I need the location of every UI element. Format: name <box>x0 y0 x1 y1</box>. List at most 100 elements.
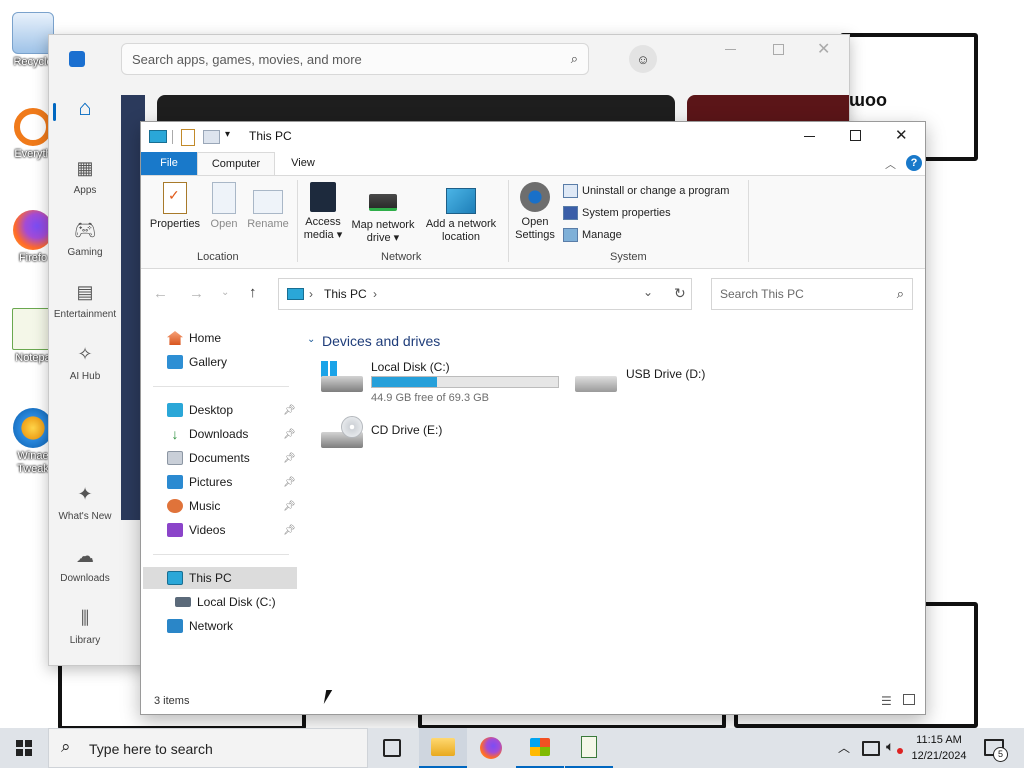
tab-computer[interactable]: Computer <box>197 152 275 176</box>
pin-icon: 📌︎ <box>283 501 296 512</box>
show-hidden-icons-button[interactable]: ︿ <box>838 739 850 756</box>
store-nav-downloads[interactable]: ☁ Downloads <box>49 545 121 585</box>
maximize-button[interactable] <box>773 44 784 55</box>
system-properties-icon <box>563 206 578 220</box>
manage-button[interactable]: Manage <box>563 228 622 242</box>
details-view-icon[interactable]: ☰ <box>881 694 892 708</box>
nav-item-gallery[interactable]: Gallery <box>167 355 227 369</box>
drive-item-e[interactable]: CD Drive (E:) <box>319 414 479 454</box>
properties-label: Properties <box>149 218 201 230</box>
this-pc-icon <box>167 571 183 585</box>
map-network-drive-button[interactable]: Map network drive ▾ <box>347 182 419 245</box>
store-nav-gaming[interactable]: 🎮︎ Gaming <box>49 219 121 259</box>
notification-count-badge: 5 <box>993 747 1008 762</box>
search-this-pc-input[interactable]: Search This PC ⌕ <box>711 278 913 310</box>
mouse-pointer-icon <box>323 690 339 704</box>
address-path[interactable]: This PC <box>324 287 367 301</box>
nav-item-pictures[interactable]: Pictures <box>167 475 232 489</box>
nav-item-documents[interactable]: Documents <box>167 451 250 465</box>
taskbar-search-placeholder: Type here to search <box>89 741 213 757</box>
taskbar: ⌕ Type here to search ︿ 🔈︎ 11:15 AM 12/2… <box>0 728 1024 768</box>
store-nav-label: Entertainment <box>53 309 117 320</box>
store-hero-banner-right[interactable] <box>687 95 849 123</box>
open-settings-button[interactable]: Open Settings <box>511 182 559 242</box>
section-title[interactable]: Devices and drives <box>322 333 440 349</box>
access-media-icon <box>310 182 336 212</box>
rename-label: Rename <box>247 218 289 230</box>
store-nav-apps[interactable]: ▦ Apps <box>49 157 121 197</box>
uninstall-program-button[interactable]: Uninstall or change a program <box>563 184 729 198</box>
network-icon[interactable] <box>862 741 880 756</box>
new-folder-quick-icon[interactable] <box>203 130 220 144</box>
nav-item-home[interactable]: Home <box>167 331 221 345</box>
tab-view[interactable]: View <box>275 152 331 175</box>
refresh-icon[interactable]: ↻ <box>674 285 686 302</box>
nav-item-downloads[interactable]: ↓ Downloads <box>167 427 249 441</box>
store-nav-home[interactable]: ⌂ <box>49 95 121 125</box>
nav-item-videos[interactable]: Videos <box>167 523 225 537</box>
windows-logo-icon <box>321 361 337 377</box>
taskbar-notepad[interactable] <box>565 728 613 768</box>
notification-center-button[interactable]: 5 <box>982 736 1008 762</box>
taskbar-search-box[interactable]: ⌕ Type here to search <box>48 728 368 768</box>
nav-divider <box>153 554 289 555</box>
whats-new-icon: ✦ <box>77 483 93 504</box>
system-properties-button[interactable]: System properties <box>563 206 671 220</box>
clock[interactable]: 11:15 AM 12/21/2024 <box>908 732 970 764</box>
entertainment-icon: ▤ <box>76 281 94 302</box>
gallery-icon <box>167 355 183 369</box>
nav-item-network[interactable]: Network <box>167 619 233 633</box>
section-collapse-icon[interactable]: ⌄ <box>307 334 315 345</box>
store-nav-ai-hub[interactable]: ✧ AI Hub <box>49 343 121 383</box>
nav-item-desktop[interactable]: Desktop <box>167 403 233 417</box>
add-network-location-button[interactable]: Add a network location <box>421 182 501 244</box>
store-hero-banner[interactable] <box>157 95 675 123</box>
address-dropdown-icon[interactable]: ⌄ <box>643 285 653 299</box>
recent-locations-button[interactable]: ⌄ <box>221 287 229 298</box>
taskbar-microsoft-store[interactable] <box>516 728 564 768</box>
store-nav-whats-new[interactable]: ✦ What's New <box>49 483 121 523</box>
minimize-button[interactable] <box>725 41 745 59</box>
close-button[interactable]: ✕ <box>817 39 830 59</box>
uninstall-program-icon <box>563 184 578 198</box>
ribbon-computer: ✓ Properties Open Rename Location Access… <box>141 175 925 269</box>
rename-button[interactable]: Rename <box>245 182 291 231</box>
maximize-button[interactable] <box>850 130 861 141</box>
collapse-ribbon-icon[interactable]: ︿ <box>885 156 896 172</box>
properties-button[interactable]: ✓ Properties <box>146 182 204 231</box>
nav-item-this-pc[interactable]: This PC <box>167 571 232 585</box>
task-view-button[interactable] <box>368 728 416 768</box>
store-nav-entertainment[interactable]: ▤ Entertainment <box>49 281 121 321</box>
pin-icon: 📌︎ <box>283 477 296 488</box>
apps-icon: ▦ <box>76 157 94 178</box>
access-media-button[interactable]: Access media ▾ <box>301 182 345 242</box>
home-icon <box>167 331 183 345</box>
forward-button[interactable]: → <box>189 285 204 302</box>
customize-quick-access-icon[interactable]: ▾ <box>225 129 230 140</box>
close-button[interactable]: ✕ <box>895 126 908 144</box>
nav-item-music[interactable]: Music <box>167 499 220 513</box>
help-icon[interactable]: ? <box>906 155 922 171</box>
up-button[interactable]: ↑ <box>249 284 257 301</box>
address-bar[interactable]: › This PC › ⌄ ↻ <box>278 278 692 310</box>
nav-item-local-disk[interactable]: Local Disk (C:) <box>175 595 276 609</box>
volume-icon[interactable]: 🔈︎ <box>886 738 894 755</box>
drive-item-d[interactable]: USB Drive (D:) <box>575 366 735 396</box>
taskbar-firefox[interactable] <box>467 728 515 768</box>
open-button[interactable]: Open <box>205 182 243 231</box>
start-button[interactable] <box>0 728 48 768</box>
search-icon[interactable]: ⌕ <box>571 51 578 67</box>
address-chevron-icon[interactable]: › <box>373 287 377 301</box>
nav-label: Pictures <box>189 475 233 489</box>
properties-quick-icon[interactable] <box>181 129 195 146</box>
search-icon[interactable]: ⌕ <box>897 286 904 302</box>
store-search-input[interactable]: Search apps, games, movies, and more ⌕ <box>121 43 589 75</box>
tab-file[interactable]: File <box>141 152 197 175</box>
account-avatar[interactable]: ☺ <box>629 45 657 73</box>
back-button[interactable]: ← <box>153 285 168 302</box>
taskbar-file-explorer[interactable] <box>419 728 467 768</box>
minimize-button[interactable] <box>804 136 815 137</box>
store-nav-label: AI Hub <box>69 371 101 382</box>
store-nav-library[interactable]: ⫼ Library <box>49 607 121 647</box>
large-icons-view-icon[interactable] <box>903 694 915 705</box>
